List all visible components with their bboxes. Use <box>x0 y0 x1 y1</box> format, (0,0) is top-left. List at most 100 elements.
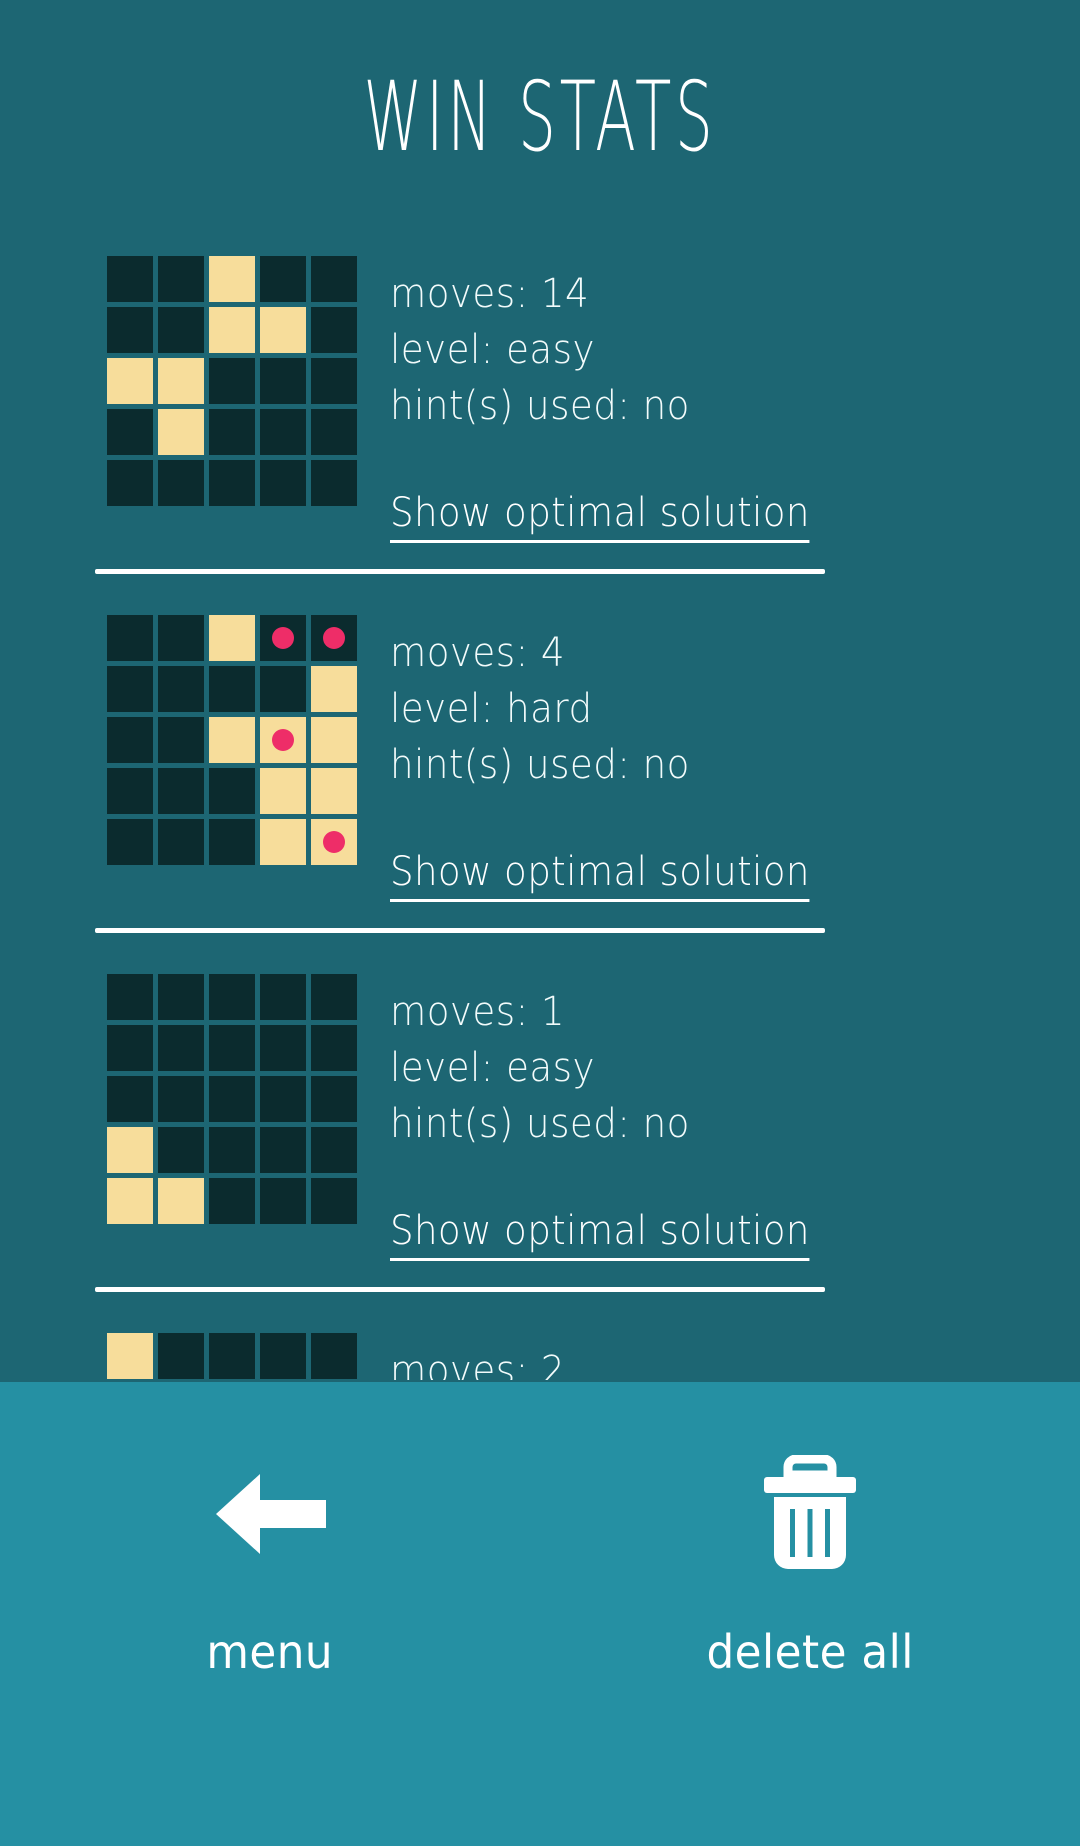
board-cell <box>260 256 306 302</box>
hints-used-text: hint(s) used: no <box>390 383 690 429</box>
board-grid <box>107 974 357 1224</box>
board-cell <box>311 819 357 865</box>
board-cell <box>158 768 204 814</box>
board-cell <box>107 307 153 353</box>
board-grid <box>107 256 357 506</box>
board-cell <box>107 1025 153 1071</box>
board-cell <box>260 409 306 455</box>
hints-used-text: hint(s) used: no <box>390 742 690 788</box>
board-cell <box>311 768 357 814</box>
board-cell <box>209 717 255 763</box>
stat-info: moves: 4 level: hard hint(s) used: no Show … <box>390 615 1080 902</box>
board-cell <box>209 1333 255 1379</box>
level-text: level: hard <box>390 686 593 732</box>
board-cell <box>209 615 255 661</box>
target-dot-icon <box>323 831 345 853</box>
target-dot-icon <box>272 627 294 649</box>
board-cell <box>209 819 255 865</box>
level-text: level: easy <box>390 327 596 373</box>
board-cell <box>209 409 255 455</box>
board-cell <box>311 358 357 404</box>
level-text: level: easy <box>390 1045 596 1091</box>
board-cell <box>260 1076 306 1122</box>
board-cell <box>260 974 306 1020</box>
show-optimal-solution-link[interactable]: Show optimal solution <box>390 1206 810 1261</box>
board-cell <box>107 1076 153 1122</box>
target-dot-icon <box>323 627 345 649</box>
board-cell <box>107 819 153 865</box>
board-cell <box>107 768 153 814</box>
board-cell <box>311 1178 357 1224</box>
board-cell <box>260 615 306 661</box>
show-optimal-solution-link[interactable]: Show optimal solution <box>390 847 810 902</box>
trash-icon <box>760 1454 860 1574</box>
moves-text: moves: 2 <box>390 1348 566 1380</box>
board-cell <box>158 717 204 763</box>
board-cell <box>158 666 204 712</box>
board-cell <box>158 615 204 661</box>
board-cell <box>107 1178 153 1224</box>
board-cell <box>158 256 204 302</box>
board-preview <box>107 615 357 865</box>
board-cell <box>311 974 357 1020</box>
moves-text: moves: 1 <box>390 989 566 1035</box>
board-cell <box>311 1127 357 1173</box>
board-cell <box>311 1025 357 1071</box>
board-cell <box>158 819 204 865</box>
board-cell <box>209 974 255 1020</box>
board-cell <box>209 256 255 302</box>
board-preview <box>107 974 357 1224</box>
stats-scroll-area[interactable]: moves: 14 level: easy hint(s) used: no Show… <box>0 215 1080 1380</box>
board-cell <box>209 666 255 712</box>
board-cell <box>158 358 204 404</box>
board-cell <box>158 409 204 455</box>
menu-button[interactable]: menu <box>0 1382 540 1846</box>
board-cell <box>107 409 153 455</box>
stat-info: moves: 1 level: easy hint(s) used: no Show … <box>390 974 1080 1261</box>
menu-button-label: menu <box>206 1625 334 1679</box>
board-preview <box>107 256 357 506</box>
board-cell <box>209 460 255 506</box>
board-cell <box>158 1333 204 1379</box>
board-cell <box>260 1333 306 1379</box>
board-cell <box>158 460 204 506</box>
board-cell <box>260 666 306 712</box>
board-grid <box>107 1333 357 1380</box>
arrow-left-icon <box>206 1454 334 1574</box>
board-cell <box>107 460 153 506</box>
board-cell <box>311 1333 357 1379</box>
board-cell <box>260 307 306 353</box>
target-dot-icon <box>272 729 294 751</box>
board-cell <box>158 1076 204 1122</box>
page-title: WIN STATS <box>363 61 717 173</box>
board-cell <box>260 1178 306 1224</box>
stat-entry: moves: 4 level: hard hint(s) used: no Show … <box>0 574 1080 902</box>
board-cell <box>311 307 357 353</box>
delete-all-button[interactable]: delete all <box>540 1382 1080 1846</box>
bottom-navigation-bar: menu delete all <box>0 1382 1080 1846</box>
board-cell <box>209 1025 255 1071</box>
board-cell <box>260 460 306 506</box>
board-cell <box>158 1178 204 1224</box>
board-cell <box>158 974 204 1020</box>
stat-entry: moves: 2 <box>0 1292 1080 1380</box>
board-cell <box>107 666 153 712</box>
stat-entry: moves: 1 level: easy hint(s) used: no Show … <box>0 933 1080 1261</box>
win-stats-screen: WIN STATS moves: 14 level: easy hint(s) us… <box>0 0 1080 1846</box>
moves-text: moves: 4 <box>390 630 566 676</box>
board-cell <box>260 1025 306 1071</box>
board-cell <box>107 717 153 763</box>
stat-info: moves: 14 level: easy hint(s) used: no Show… <box>390 256 1080 543</box>
show-optimal-solution-link[interactable]: Show optimal solution <box>390 488 810 543</box>
board-cell <box>311 460 357 506</box>
stat-info: moves: 2 <box>390 1333 1080 1380</box>
board-cell <box>209 1127 255 1173</box>
board-cell <box>311 717 357 763</box>
board-cell <box>158 307 204 353</box>
board-cell <box>158 1127 204 1173</box>
board-cell <box>107 1333 153 1379</box>
board-cell <box>209 1076 255 1122</box>
board-cell <box>158 1025 204 1071</box>
board-preview <box>107 1333 357 1380</box>
moves-text: moves: 14 <box>390 271 590 317</box>
